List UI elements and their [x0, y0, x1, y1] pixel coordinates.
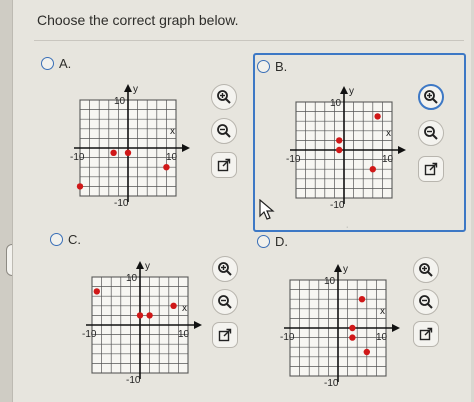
- x-axis-arrow: [182, 144, 190, 152]
- y-tick-min: -10: [330, 200, 345, 210]
- x-tick-max: 10: [178, 329, 190, 340]
- y-tick-min: -10: [126, 375, 141, 385]
- data-point: [336, 146, 343, 154]
- y-tick-max: 10: [114, 96, 126, 107]
- zoom-in-icon: [424, 90, 438, 104]
- y-axis-label: y: [145, 261, 150, 272]
- y-tick-max: 10: [330, 98, 342, 109]
- zoom-out-icon: [218, 295, 232, 309]
- radio-option-c[interactable]: [50, 233, 63, 246]
- x-tick-max: 10: [382, 154, 394, 165]
- graph-option-b: y x 10 -10 -10 10: [276, 80, 408, 211]
- y-axis-label: y: [343, 264, 348, 275]
- data-point: [349, 334, 356, 341]
- data-point: [136, 312, 144, 319]
- zoom-out-button-c[interactable]: [212, 289, 238, 315]
- data-point: [369, 166, 376, 173]
- x-tick-min: -10: [70, 152, 85, 163]
- graph-option-d: y x 10 -10 -10 10: [270, 258, 402, 389]
- option-d-label: D.: [275, 234, 288, 249]
- x-tick-max: 10: [376, 332, 388, 343]
- data-point: [93, 288, 100, 295]
- zoom-out-icon: [419, 295, 433, 309]
- mouse-cursor-icon: [259, 199, 275, 220]
- x-axis-arrow: [392, 324, 400, 332]
- y-axis-arrow: [334, 264, 342, 272]
- zoom-in-icon: [218, 262, 232, 276]
- option-c-label: C.: [68, 232, 81, 247]
- zoom-out-button-d[interactable]: [413, 289, 439, 315]
- option-b-label: B.: [275, 59, 288, 74]
- x-axis-label: x: [386, 128, 391, 139]
- popout-button-a[interactable]: [211, 152, 237, 178]
- data-point: [76, 183, 84, 190]
- data-point: [374, 113, 381, 120]
- zoom-in-button-d[interactable]: [413, 257, 439, 283]
- popout-icon: [217, 158, 231, 172]
- popout-button-d[interactable]: [413, 321, 439, 347]
- x-tick-min: -10: [280, 332, 295, 343]
- x-tick-min: -10: [82, 329, 97, 340]
- zoom-in-button-b[interactable]: [418, 84, 444, 110]
- zoom-in-button-a[interactable]: [211, 84, 237, 110]
- popout-icon: [218, 328, 232, 342]
- data-point: [124, 149, 132, 156]
- cursor-mark: ·: [346, 224, 349, 231]
- y-tick-max: 10: [324, 276, 336, 287]
- popout-button-b[interactable]: [418, 156, 444, 182]
- data-point: [146, 312, 153, 319]
- graph-option-a: y x 10 -10 -10 10: [60, 78, 192, 209]
- popout-icon: [419, 327, 433, 341]
- question-prompt: Choose the correct graph below.: [37, 12, 239, 28]
- data-point: [349, 324, 356, 332]
- zoom-in-button-c[interactable]: [212, 256, 238, 282]
- x-tick-max: 10: [166, 152, 178, 163]
- y-tick-min: -10: [324, 378, 339, 388]
- popout-button-c[interactable]: [212, 322, 238, 348]
- zoom-out-button-a[interactable]: [211, 118, 237, 144]
- radio-option-a[interactable]: [41, 57, 54, 70]
- x-axis-label: x: [170, 126, 175, 137]
- data-point: [163, 164, 170, 171]
- data-point: [336, 137, 343, 144]
- zoom-in-icon: [217, 90, 231, 104]
- y-axis-label: y: [349, 86, 354, 97]
- x-axis-arrow: [194, 321, 202, 329]
- x-axis-arrow: [398, 146, 406, 154]
- zoom-out-icon: [217, 124, 231, 138]
- data-point: [110, 149, 117, 156]
- y-tick-min: -10: [114, 198, 129, 208]
- zoom-in-icon: [419, 263, 433, 277]
- x-axis-label: x: [380, 306, 385, 317]
- radio-option-b[interactable]: [257, 60, 270, 73]
- x-tick-min: -10: [286, 154, 301, 165]
- zoom-out-icon: [424, 126, 438, 140]
- y-axis-label: y: [133, 84, 138, 95]
- y-axis-arrow: [124, 84, 132, 92]
- zoom-out-button-b[interactable]: [418, 120, 444, 146]
- graph-option-c: y x 10 -10 -10 10: [72, 255, 204, 386]
- popout-icon: [424, 162, 438, 176]
- divider: [34, 40, 464, 41]
- y-axis-arrow: [340, 86, 348, 94]
- x-axis-label: x: [182, 303, 187, 314]
- option-a-label: A.: [59, 56, 72, 71]
- left-rail: [0, 0, 12, 402]
- data-point: [358, 296, 366, 303]
- y-axis-arrow: [136, 261, 144, 269]
- radio-option-d[interactable]: [257, 235, 270, 248]
- data-point: [363, 348, 370, 356]
- y-tick-max: 10: [126, 273, 138, 284]
- data-point: [170, 302, 177, 309]
